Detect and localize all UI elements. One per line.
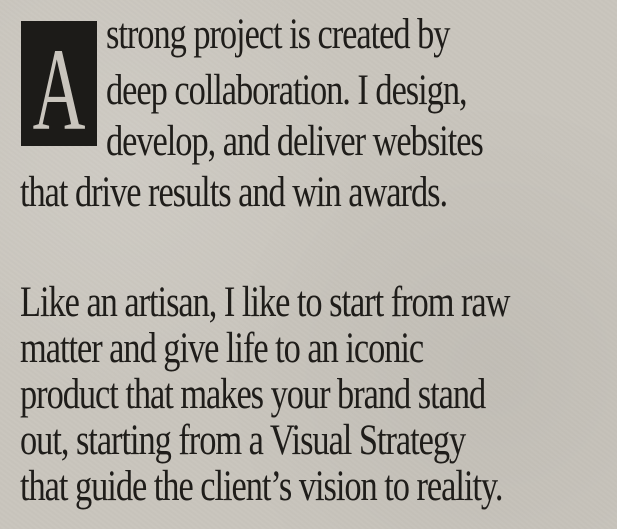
body-line-4: out, starting from a Visual Strategy — [20, 417, 466, 464]
body-line-3: product that makes your brand stand — [20, 371, 486, 418]
drop-cap-letter: A — [33, 26, 86, 146]
intro-line-1: strong project is created by — [106, 11, 450, 58]
body-line-5: that guide the client’s vision to realit… — [20, 463, 503, 510]
body-line-2: matter and give life to an iconic — [20, 325, 424, 372]
about-section: A strong project is created by deep coll… — [0, 0, 617, 529]
intro-line-3: develop, and deliver websites — [106, 118, 484, 165]
intro-line-2: deep collaboration. I design, — [106, 67, 468, 114]
body-line-1: Like an artisan, I like to start from ra… — [20, 279, 510, 326]
drop-cap-letter-graphic: A — [33, 26, 86, 146]
intro-line-4: that drive results and win awards. — [20, 169, 448, 216]
drop-cap: A — [21, 21, 97, 146]
